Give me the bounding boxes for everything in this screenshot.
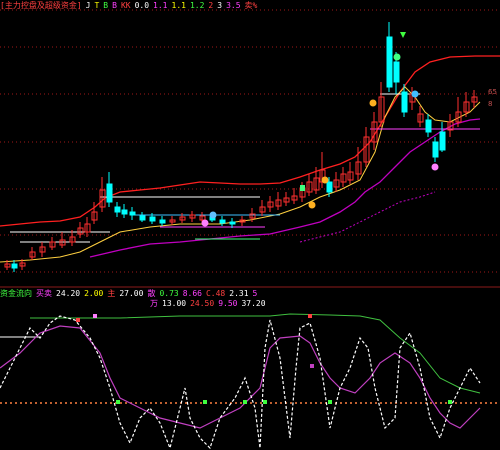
- sub-item: 买卖: [36, 289, 52, 298]
- signal-mark: [203, 400, 207, 404]
- signal-mark: [243, 400, 247, 404]
- candle-body: [106, 183, 113, 203]
- bull-face-icon: [308, 201, 316, 209]
- candle-body: [159, 219, 166, 224]
- sub2-item: 9.50: [218, 299, 238, 308]
- candle-body: [386, 36, 393, 88]
- oscillator-chart[interactable]: [0, 308, 500, 450]
- star-icon: [308, 314, 312, 318]
- ma-line-red: [0, 55, 500, 227]
- signal-mark: [328, 400, 332, 404]
- signal-mark: [116, 400, 120, 404]
- signal-mark: [310, 364, 314, 368]
- sub2-item: 24.50: [190, 299, 215, 308]
- ma-line-purple: [89, 118, 481, 258]
- bear-face-icon: [431, 163, 439, 171]
- bull-face-icon: [369, 99, 377, 107]
- candle-body: [326, 181, 333, 193]
- signal-mark: [93, 314, 97, 318]
- candle-body: [11, 263, 18, 269]
- candle-body: [121, 209, 128, 215]
- candle-body: [229, 221, 236, 225]
- star-icon: [76, 318, 80, 322]
- sub2-item: 37.20: [241, 299, 266, 308]
- sub-item: 27.00: [119, 289, 144, 298]
- candle-body: [393, 61, 400, 83]
- candle-body: [432, 141, 439, 158]
- signal-mark: [263, 400, 267, 404]
- sub2-item: 万: [150, 299, 158, 308]
- bull-face-icon: [393, 53, 401, 61]
- arrow-down-icon: [400, 32, 406, 38]
- bull-face-icon: [209, 211, 217, 219]
- sub-item: 8.66: [182, 289, 202, 298]
- candle-body: [401, 91, 408, 113]
- sub-item: 散: [147, 289, 156, 298]
- bull-face-icon: [411, 90, 419, 98]
- candle-body: [149, 216, 156, 222]
- osc-purple-line: [0, 325, 481, 429]
- signal-mark: [300, 185, 305, 191]
- candle-body: [219, 219, 226, 224]
- candle-body: [129, 211, 136, 216]
- candle-body: [425, 119, 432, 133]
- sub-item: 0.73: [159, 289, 179, 298]
- sub-item: C.48: [205, 289, 226, 298]
- signal-mark: [448, 400, 452, 404]
- sub-item: 资金流向: [0, 289, 32, 298]
- candle-body: [439, 131, 446, 151]
- sub-item: 2.31: [229, 289, 249, 298]
- bear-face-icon: [201, 219, 209, 227]
- candle-body: [139, 215, 146, 221]
- sub-item: 24.20: [56, 289, 81, 298]
- bull-face-icon: [321, 176, 329, 184]
- sub-item: 主: [107, 289, 116, 298]
- sub2-item: 13.00: [162, 299, 187, 308]
- sub-item: 2.00: [84, 289, 104, 298]
- candlestick-chart[interactable]: [0, 2, 500, 288]
- osc-white-line: [0, 315, 481, 450]
- sub-item: 5: [252, 289, 258, 298]
- candle-body: [114, 206, 121, 213]
